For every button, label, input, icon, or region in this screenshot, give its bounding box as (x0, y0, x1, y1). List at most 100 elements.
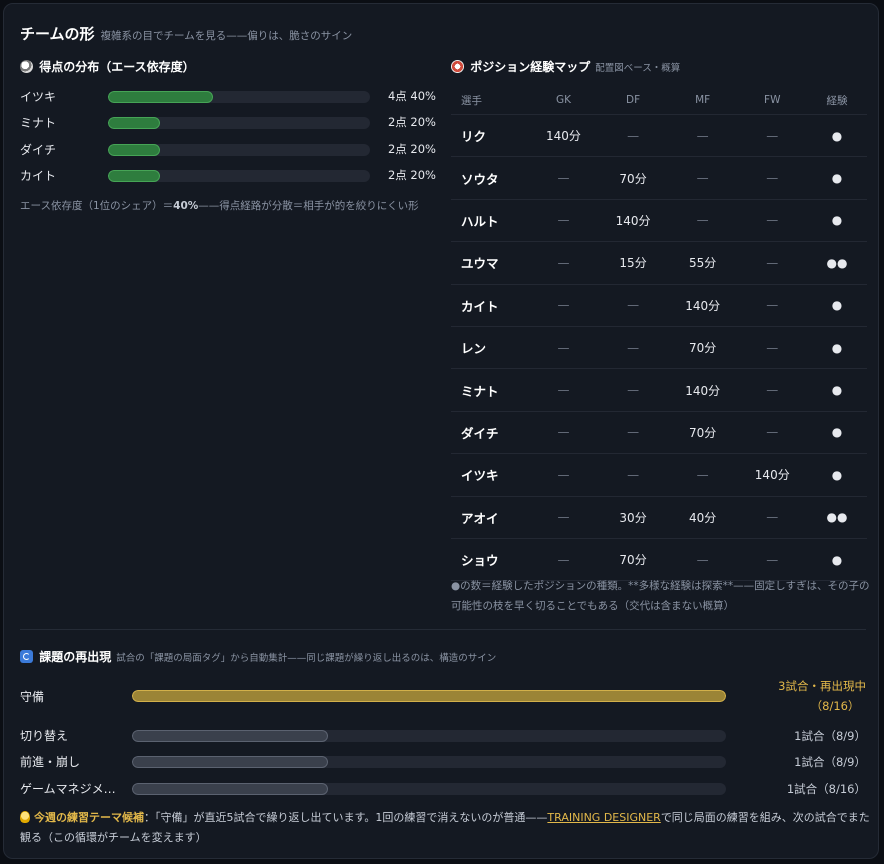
recurring-issues-subtitle: 試合の「課題の局面タグ」から自動集計——同じ課題が繰り返し出るのは、構造のサイン (116, 653, 497, 664)
position-minutes-fw: — (766, 128, 779, 143)
experience-dots: ● (831, 467, 843, 482)
issue-frequency-fill (132, 690, 726, 702)
player-name: ソウタ (461, 171, 499, 187)
header: チームの形 複雑系の目でチームを見る——偏りは、脆さのサイン (20, 23, 352, 44)
page-subtitle: 複雑系の目でチームを見る——偏りは、脆さのサイン (100, 30, 353, 42)
player-name: カイト (20, 169, 57, 183)
position-minutes-mf: 40分 (689, 510, 717, 525)
position-minutes-gk: — (557, 298, 570, 313)
recurring-issues-header: 課題の再出現 試合の「課題の局面タグ」から自動集計——同じ課題が繰り返し出るのは… (20, 648, 496, 665)
position-minutes-gk: — (557, 255, 570, 270)
issue-row: 前進・崩し 1試合（8/9） (20, 752, 866, 772)
position-minutes-mf: — (696, 128, 709, 143)
score-share-bar (108, 144, 370, 156)
score-share-fill (108, 170, 161, 182)
issue-row: 切り替え 1試合（8/9） (20, 726, 866, 746)
position-minutes-df: — (627, 467, 640, 482)
column-header-mf: MF (695, 94, 711, 106)
tip-label: 今週の練習テーマ候補 (34, 811, 144, 824)
position-minutes-fw: — (766, 340, 779, 355)
team-shape-card: チームの形 複雑系の目でチームを見る——偏りは、脆さのサイン 得点の分布（エース… (3, 3, 879, 859)
score-share-bar (108, 170, 370, 182)
score-value: 2点 20% (387, 142, 436, 156)
player-name: ユウマ (461, 256, 499, 272)
repeat-icon (20, 650, 33, 663)
position-minutes-df: 30分 (619, 510, 647, 525)
position-minutes-mf: 70分 (689, 425, 717, 440)
issue-frequency-bar (132, 783, 726, 795)
player-name: レン (461, 341, 487, 357)
player-name: ミナト (20, 116, 57, 130)
table-row: リク 140分 — — — ● (451, 115, 867, 158)
issue-name: 守備 (20, 690, 45, 704)
position-minutes-gk: — (557, 425, 570, 440)
experience-dots: ● (831, 552, 843, 567)
position-minutes-mf: — (696, 467, 709, 482)
table-row: ハルト — 140分 — — ● (451, 200, 867, 243)
issue-frequency-fill (132, 783, 329, 795)
position-minutes-fw: — (766, 171, 779, 186)
position-minutes-df: — (627, 128, 640, 143)
position-map-subtitle: 配置図ベース・概算 (595, 63, 681, 74)
score-share-fill (108, 144, 161, 156)
position-minutes-df: — (627, 298, 640, 313)
issue-value: 1試合（8/9） (794, 755, 866, 769)
player-name: カイト (461, 298, 499, 314)
issue-frequency-fill (132, 730, 329, 742)
issue-value: 1試合（8/9） (794, 729, 866, 743)
score-share-fill (108, 91, 213, 103)
score-share-fill (108, 117, 161, 129)
position-minutes-mf: — (696, 213, 709, 228)
score-value: 4点 40% (387, 89, 436, 103)
issue-frequency-fill (132, 756, 329, 768)
experience-dots: ● (831, 383, 843, 398)
issue-row: ゲームマネジメ… 1試合（8/16） (20, 779, 866, 799)
lightbulb-icon (20, 811, 30, 823)
player-name: イツキ (461, 468, 499, 484)
column-header-player: 選手 (461, 94, 482, 107)
table-row: レン — — 70分 — ● (451, 327, 867, 370)
position-minutes-fw: — (766, 255, 779, 270)
position-experience-table: 選手 GK DF MF FW 経験 リク 140分 — — — ● ソウタ —70分 — — ● ハル… (451, 86, 867, 582)
table-row: イツキ — — — 140分 ● (451, 454, 867, 497)
position-minutes-df: 70分 (619, 171, 647, 186)
issue-name: 切り替え (20, 729, 69, 743)
soccer-ball-icon (20, 60, 33, 73)
practice-theme-tip: 今週の練習テーマ候補：「守備」が直近5試合で繰り返し出ています。1回の練習で消え… (20, 811, 870, 844)
experience-dots: ● (831, 425, 843, 440)
position-minutes-mf: 140分 (685, 383, 721, 398)
issue-value: 1試合（8/16） (786, 782, 866, 796)
column-header-gk: GK (555, 94, 571, 106)
experience-dots: ● (831, 298, 843, 313)
table-row: ユウマ — 15分 55分 — ●● (451, 242, 867, 285)
issue-name: 前進・崩し (20, 755, 81, 769)
experience-dots: ● (831, 171, 843, 186)
position-minutes-fw: — (766, 383, 779, 398)
position-minutes-mf: 140分 (685, 298, 721, 313)
position-minutes-df: — (627, 340, 640, 355)
position-map-note: ●の数＝経験したポジションの種類。**多様な経験は探索**——固定しすぎは、その… (451, 580, 870, 612)
position-minutes-mf: 70分 (689, 341, 717, 356)
column-header-df: DF (626, 94, 641, 106)
player-name: ショウ (461, 553, 499, 569)
ace-dependency-value: 40% (173, 200, 199, 212)
position-minutes-df: — (627, 425, 640, 440)
score-distribution-header: 得点の分布（エース依存度） (20, 58, 195, 75)
column-header-fw: FW (764, 94, 781, 106)
position-map-header: ポジション経験マップ 配置図ベース・概算 (451, 58, 680, 75)
position-minutes-fw: — (766, 213, 779, 228)
player-name: イツキ (20, 90, 57, 104)
score-row: イツキ 4点 40% (20, 88, 436, 104)
position-minutes-df: — (627, 383, 640, 398)
position-minutes-gk: — (557, 340, 570, 355)
score-value: 2点 20% (387, 115, 436, 129)
issue-row: 守備 3試合・再出現中 （8/16） (20, 676, 866, 718)
issue-frequency-bar (132, 690, 726, 702)
training-designer-link[interactable]: TRAINING DESIGNER (547, 811, 660, 824)
experience-dots: ● (831, 340, 843, 355)
player-name: ダイチ (461, 425, 499, 441)
experience-dots: ● (831, 213, 843, 228)
player-name: ダイチ (20, 143, 57, 157)
player-name: ミナト (461, 383, 499, 399)
position-minutes-gk: — (557, 552, 570, 567)
